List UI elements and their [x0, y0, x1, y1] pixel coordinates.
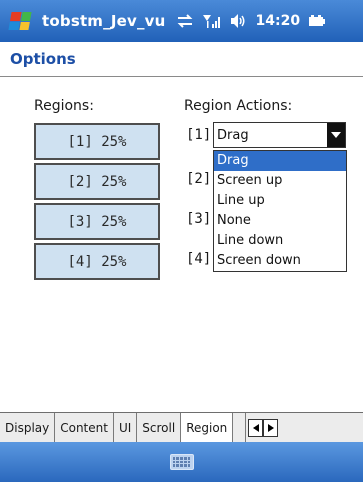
status-icons: 14:20 — [176, 13, 327, 29]
windows-start-icon — [8, 12, 32, 30]
tab-strip: Display Content UI Scroll Region — [0, 412, 363, 443]
tab-display[interactable]: Display — [0, 413, 56, 443]
tab-scroll[interactable]: Scroll — [137, 413, 182, 443]
dropdown-option-line-up[interactable]: Line up — [214, 191, 346, 211]
region-button-2[interactable]: [2] 25% — [34, 163, 160, 200]
tab-ui[interactable]: UI — [113, 413, 138, 443]
action-row-label-1: [1] — [186, 127, 212, 143]
regions-label: Regions: — [34, 98, 94, 114]
keyboard-icon[interactable] — [169, 454, 194, 470]
tab-scroll-buttons — [248, 413, 279, 443]
caret-left-icon — [252, 424, 259, 432]
region-button-3[interactable]: [3] 25% — [34, 203, 160, 240]
caret-right-icon — [267, 424, 274, 432]
region-1-action-dropdown[interactable]: Drag — [213, 122, 346, 148]
app-title: tobstm_Jev_vu — [42, 12, 166, 30]
tab-overflow[interactable] — [233, 413, 247, 443]
dropdown-option-screen-up[interactable]: Screen up — [214, 171, 346, 191]
page-header: Options — [0, 42, 363, 77]
dropdown-options-list: Drag Screen up Line up None Line down Sc… — [213, 150, 347, 272]
start-menu-button[interactable] — [4, 5, 36, 37]
regions-list: [1] 25% [2] 25% [3] 25% [4] 25% — [34, 123, 160, 283]
dropdown-option-screen-down[interactable]: Screen down — [214, 251, 346, 271]
screen: tobstm_Jev_vu 14:20 Options Regions: [1]… — [0, 0, 363, 482]
tab-scroll-left-button[interactable] — [248, 419, 264, 437]
command-bar — [0, 442, 363, 482]
action-row-label-2: [2] — [186, 171, 212, 187]
tab-scroll-right-button[interactable] — [263, 419, 279, 437]
tab-region[interactable]: Region — [181, 413, 234, 443]
sync-icon[interactable] — [176, 14, 194, 28]
action-row-label-3: [3] — [186, 211, 212, 227]
dropdown-option-drag[interactable]: Drag — [214, 151, 346, 171]
speaker-icon[interactable] — [230, 13, 246, 29]
region-button-4[interactable]: [4] 25% — [34, 243, 160, 280]
dropdown-arrow-icon[interactable] — [327, 123, 345, 147]
battery-icon[interactable] — [308, 14, 326, 28]
dropdown-option-none[interactable]: None — [214, 211, 346, 231]
dropdown-selected-value: Drag — [217, 127, 249, 143]
page-title: Options — [10, 50, 76, 68]
clock[interactable]: 14:20 — [256, 13, 301, 29]
action-row-label-4: [4] — [186, 251, 212, 267]
title-bar: tobstm_Jev_vu 14:20 — [0, 0, 363, 42]
region-actions-label: Region Actions: — [184, 98, 293, 114]
tab-content[interactable]: Content — [55, 413, 114, 443]
signal-icon[interactable] — [202, 13, 222, 29]
dropdown-option-line-down[interactable]: Line down — [214, 231, 346, 251]
region-button-1[interactable]: [1] 25% — [34, 123, 160, 160]
